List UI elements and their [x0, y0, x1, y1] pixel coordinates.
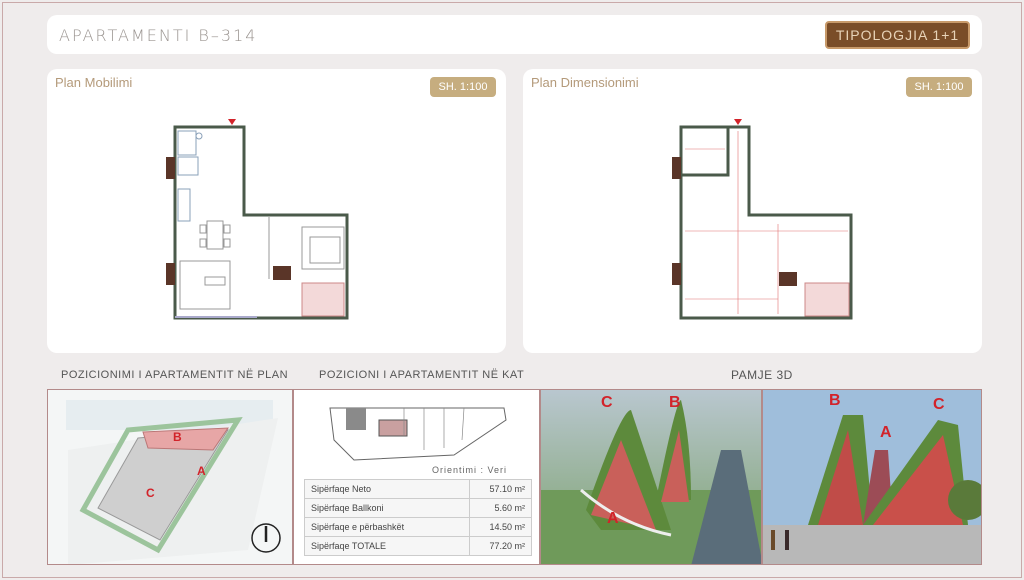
table-row: Sipërfaqe e përbashkët 14.50 m² [304, 517, 532, 537]
render2-label-a: A [880, 424, 892, 441]
area-name: Sipërfaqe TOTALE [304, 536, 470, 556]
position-floor-heading: POZICIONI I APARTAMENTIT NË KAT [319, 369, 525, 381]
render2-label-b: B [829, 392, 841, 409]
render2-label-c: C [933, 396, 945, 413]
area-value: 5.60 m² [469, 498, 532, 518]
area-value: 14.50 m² [469, 517, 532, 537]
area-table: Sipërfaqe Neto 57.10 m² Sipërfaqe Ballkon… [304, 479, 532, 556]
render-street-drawing [763, 390, 981, 564]
orientation-label: Orientimi : [432, 465, 485, 475]
orientation-row: Orientimi : Veri [432, 465, 507, 475]
dimension-plan-card: Plan Dimensionimi SH. 1:100 [523, 69, 982, 353]
typology-badge: TIPOLOGJIA 1+1 [825, 21, 970, 49]
site-plan-map [48, 390, 292, 564]
area-name: Sipërfaqe Ballkoni [304, 498, 470, 518]
site-label-b: B [173, 430, 182, 444]
view3d-heading: PAMJE 3D [731, 368, 793, 382]
render-aerial-image: C B A [540, 389, 762, 565]
dimension-floorplan-drawing [672, 119, 853, 320]
furniture-floorplan-drawing [166, 119, 349, 320]
floor-key-plan [329, 407, 507, 461]
area-value: 77.20 m² [469, 536, 532, 556]
position-plan-heading: POZICIONIMI I APARTAMENTIT NË PLAN [61, 369, 289, 381]
render1-label-a: A [607, 510, 619, 527]
area-name: Sipërfaqe e përbashkët [304, 517, 470, 537]
table-row: Sipërfaqe TOTALE 77.20 m² [304, 536, 532, 556]
render-aerial-drawing [541, 390, 761, 564]
site-label-c: C [146, 486, 155, 500]
render1-label-c: C [601, 394, 613, 411]
site-plan-panel: B A C [47, 389, 293, 565]
orientation-value: Veri [487, 465, 508, 475]
area-name: Sipërfaqe Neto [304, 479, 470, 499]
table-row: Sipërfaqe Ballkoni 5.60 m² [304, 498, 532, 518]
site-label-a: A [197, 464, 206, 478]
render1-label-b: B [669, 394, 681, 411]
apartment-title: APARTAMENTI B–314 [59, 26, 258, 45]
render-street-image: B C A [762, 389, 982, 565]
header-bar: APARTAMENTI B–314 TIPOLOGJIA 1+1 [47, 15, 982, 54]
furniture-plan-card: Plan Mobilimi SH. 1:100 [47, 69, 506, 353]
table-row: Sipërfaqe Neto 57.10 m² [304, 479, 532, 499]
area-value: 57.10 m² [469, 479, 532, 499]
